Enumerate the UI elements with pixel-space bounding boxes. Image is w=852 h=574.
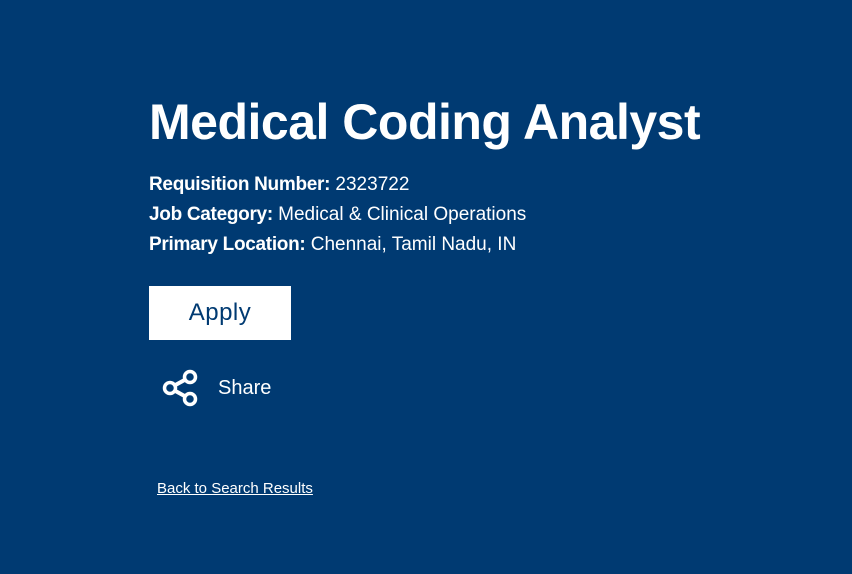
requisition-value: 2323722: [335, 174, 410, 195]
category-label: Job Category:: [149, 204, 273, 225]
apply-button[interactable]: Apply: [149, 286, 291, 340]
job-title: Medical Coding Analyst: [149, 94, 701, 150]
location-row: Primary Location: Chennai, Tamil Nadu, I…: [149, 230, 700, 260]
share-icon: [161, 368, 201, 408]
job-content: Medical Coding Analyst Requisition Numbe…: [149, 92, 701, 408]
location-label: Primary Location:: [149, 234, 306, 255]
requisition-label: Requisition Number:: [149, 174, 331, 195]
job-hero: Medical Coding Analyst Requisition Numbe…: [0, 0, 852, 574]
category-value: Medical & Clinical Operations: [278, 204, 527, 225]
share-button[interactable]: Share: [161, 368, 700, 408]
location-value: Chennai, Tamil Nadu, IN: [310, 234, 517, 255]
job-meta: Requisition Number: 2323722 Job Category…: [149, 170, 700, 260]
requisition-row: Requisition Number: 2323722: [149, 170, 700, 200]
category-row: Job Category: Medical & Clinical Operati…: [149, 200, 700, 230]
back-to-search-link[interactable]: Back to Search Results: [157, 480, 313, 497]
share-label: Share: [218, 376, 272, 399]
